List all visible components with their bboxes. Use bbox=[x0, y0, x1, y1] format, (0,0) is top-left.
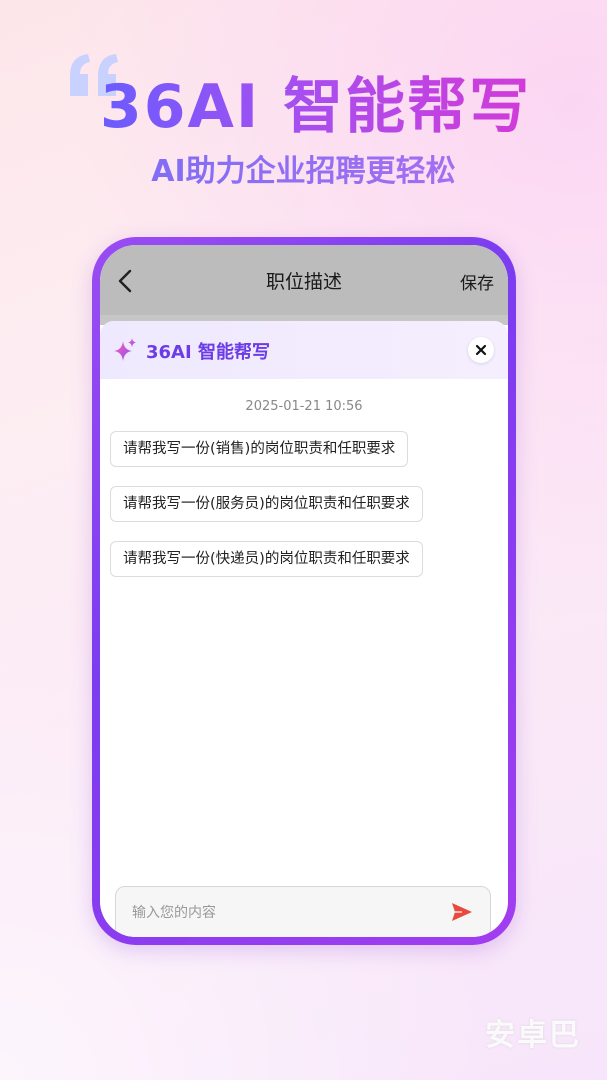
close-icon bbox=[475, 344, 487, 356]
ai-assistant-sheet: 36AI 智能帮写 2025-01-21 10:56 请帮我写一份(销售)的岗位… bbox=[100, 321, 508, 937]
save-button[interactable]: 保存 bbox=[460, 269, 494, 294]
message-input[interactable] bbox=[130, 887, 434, 937]
assistant-header: 36AI 智能帮写 bbox=[100, 321, 508, 379]
suggestion-chip[interactable]: 请帮我写一份(服务员)的岗位职责和任职要求 bbox=[110, 486, 423, 522]
message-input-bar bbox=[115, 886, 491, 937]
phone-frame: 职位描述 保存 36AI 智能帮写 2025-01-21 10:56 请帮我写一… bbox=[92, 237, 516, 945]
top-navigation-bar: 职位描述 保存 bbox=[100, 245, 508, 315]
send-icon[interactable] bbox=[450, 900, 474, 924]
sparkle-icon bbox=[114, 338, 136, 361]
page-title: 职位描述 bbox=[265, 271, 342, 293]
assistant-title: 36AI 智能帮写 bbox=[146, 342, 270, 363]
watermark-logo: 安卓巴 bbox=[485, 1018, 581, 1053]
message-timestamp: 2025-01-21 10:56 bbox=[245, 399, 363, 414]
suggestion-chip[interactable]: 请帮我写一份(快递员)的岗位职责和任职要求 bbox=[110, 541, 423, 577]
close-button[interactable] bbox=[468, 337, 494, 363]
phone-screen: 职位描述 保存 36AI 智能帮写 2025-01-21 10:56 请帮我写一… bbox=[100, 245, 508, 937]
hero-subtitle: AI助力企业招聘更轻松 bbox=[0, 146, 607, 190]
hero-title: 36AI 智能帮写 bbox=[100, 58, 531, 145]
suggestion-chip[interactable]: 请帮我写一份(销售)的岗位职责和任职要求 bbox=[110, 431, 409, 467]
